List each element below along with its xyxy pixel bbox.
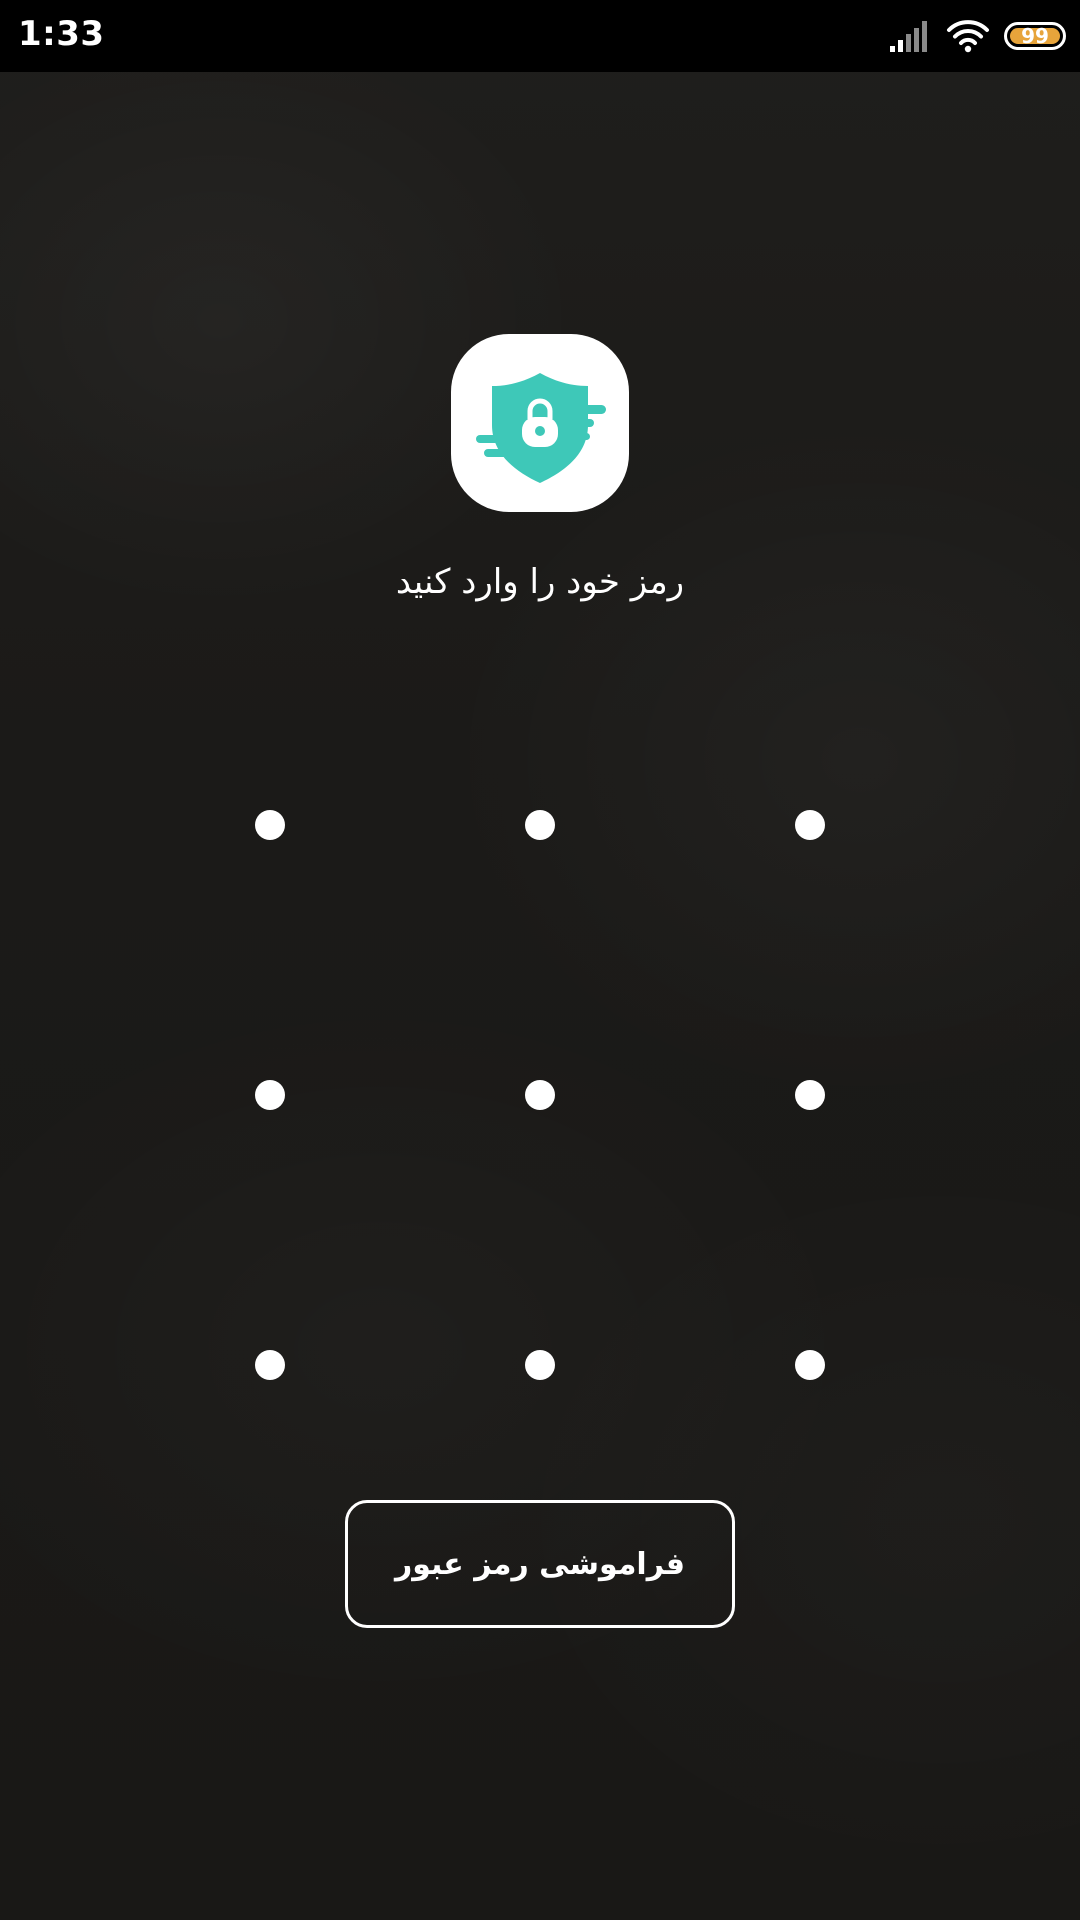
pattern-dot[interactable] — [525, 1080, 555, 1110]
forgot-password-label: فراموشی رمز عبور — [394, 1546, 686, 1582]
forgot-password-button[interactable]: فراموشی رمز عبور — [345, 1500, 735, 1628]
pattern-dot[interactable] — [525, 1350, 555, 1380]
pattern-dot[interactable] — [795, 1080, 825, 1110]
lock-screen: 1:33 99 رمز خود را وارد کنید فراموشی رمز… — [0, 0, 1080, 1920]
pattern-dot[interactable] — [255, 1350, 285, 1380]
pattern-dot[interactable] — [795, 810, 825, 840]
pattern-dot[interactable] — [255, 1080, 285, 1110]
pattern-dot[interactable] — [525, 810, 555, 840]
pattern-dot[interactable] — [255, 810, 285, 840]
pattern-grid[interactable] — [0, 0, 1080, 1920]
pattern-dot[interactable] — [795, 1350, 825, 1380]
